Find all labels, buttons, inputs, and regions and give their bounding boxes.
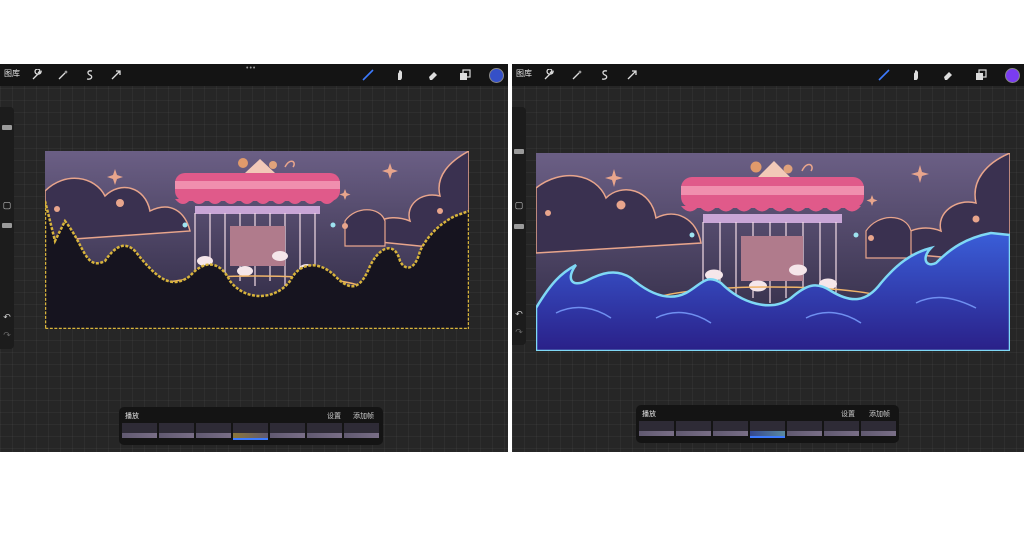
gallery-button[interactable]: 图库 <box>4 68 20 79</box>
add-frame-button[interactable]: 添加帧 <box>869 409 890 419</box>
brush-icon[interactable] <box>360 67 376 83</box>
layers-icon[interactable] <box>973 67 989 83</box>
eraser-icon[interactable] <box>940 67 956 83</box>
opacity-slider[interactable] <box>2 223 12 228</box>
side-toolbar: ▢ ↶ ↷ <box>512 107 526 345</box>
transform-icon[interactable] <box>108 67 124 83</box>
settings-button[interactable]: 设置 <box>327 411 341 421</box>
animation-assist-panel: 播放 设置 添加帧 <box>119 407 383 445</box>
wrench-icon[interactable] <box>541 67 557 83</box>
frame-thumbnail-selected[interactable] <box>233 423 268 440</box>
color-picker[interactable] <box>1005 68 1020 83</box>
frame-thumbnail[interactable] <box>713 421 748 436</box>
undo-icon[interactable]: ↶ <box>1 311 13 323</box>
more-options[interactable]: ••• <box>246 65 256 72</box>
brush-size-slider[interactable] <box>514 149 524 154</box>
frame-thumbnail[interactable] <box>307 423 342 438</box>
frame-thumbnail[interactable] <box>676 421 711 436</box>
selection-icon[interactable] <box>82 67 98 83</box>
frame-thumbnail[interactable] <box>159 423 194 438</box>
eraser-icon[interactable] <box>425 67 441 83</box>
undo-icon[interactable]: ↶ <box>513 308 525 320</box>
animation-assist-panel: 播放 设置 添加帧 <box>636 405 899 443</box>
selection-icon[interactable] <box>597 67 613 83</box>
carousel-illustration <box>536 153 1010 351</box>
wrench-icon[interactable] <box>29 67 45 83</box>
frame-thumbnail[interactable] <box>270 423 305 438</box>
carousel-illustration <box>45 151 469 329</box>
frame-thumbnail[interactable] <box>196 423 231 438</box>
modify-button[interactable]: ▢ <box>1 199 13 211</box>
smudge-icon[interactable] <box>392 67 408 83</box>
frame-thumbnail[interactable] <box>344 423 379 438</box>
playback-button[interactable]: 播放 <box>642 409 656 419</box>
frame-thumbnail[interactable] <box>122 423 157 438</box>
frame-thumbnail[interactable] <box>639 421 674 436</box>
add-frame-button[interactable]: 添加帧 <box>353 411 374 421</box>
magic-wand-icon[interactable] <box>569 67 585 83</box>
top-toolbar: 图库 <box>512 64 1024 86</box>
gallery-button[interactable]: 图库 <box>516 68 532 79</box>
top-toolbar: 图库 ••• <box>0 64 508 86</box>
transform-icon[interactable] <box>624 67 640 83</box>
artwork-canvas[interactable] <box>536 153 1010 351</box>
modify-button[interactable]: ▢ <box>513 199 525 211</box>
layers-icon[interactable] <box>457 67 473 83</box>
frame-timeline <box>122 423 379 440</box>
opacity-slider[interactable] <box>514 224 524 229</box>
redo-icon[interactable]: ↷ <box>1 329 13 341</box>
color-picker[interactable] <box>489 68 504 83</box>
smudge-icon[interactable] <box>908 67 924 83</box>
procreate-screen-left: 图库 ••• ▢ ↶ ↷ 播放 设置 添加帧 <box>0 64 508 452</box>
frame-thumbnail[interactable] <box>787 421 822 436</box>
frame-thumbnail[interactable] <box>861 421 896 436</box>
redo-icon[interactable]: ↷ <box>513 326 525 338</box>
frame-thumbnail[interactable] <box>824 421 859 436</box>
frame-thumbnail-selected[interactable] <box>750 421 785 438</box>
frame-timeline <box>639 421 896 438</box>
magic-wand-icon[interactable] <box>55 67 71 83</box>
playback-button[interactable]: 播放 <box>125 411 139 421</box>
artwork-canvas[interactable] <box>45 151 469 329</box>
side-toolbar: ▢ ↶ ↷ <box>0 107 14 349</box>
brush-size-slider[interactable] <box>2 125 12 130</box>
settings-button[interactable]: 设置 <box>841 409 855 419</box>
procreate-screen-right: 图库 ▢ ↶ ↷ 播放 设置 添加帧 <box>512 64 1024 452</box>
brush-icon[interactable] <box>876 67 892 83</box>
